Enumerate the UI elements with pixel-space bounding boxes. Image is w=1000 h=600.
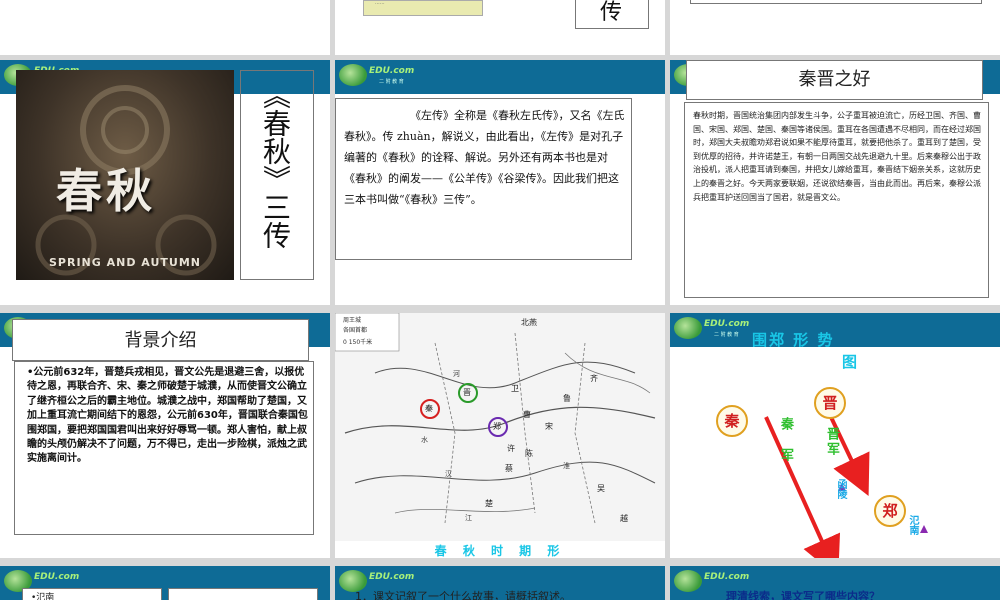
slide-qinjin[interactable]: 秦晋之好 春秋时期，晋国统治集团内部发生斗争，公子重耳被迫流亡，历经卫国、齐国、…	[670, 60, 1000, 305]
state-wei: 卫	[511, 384, 519, 393]
text-box: 《左传》全称是《春秋左氏传》，又名《左氏春秋》。传 zhuàn，解说义，由此看出…	[335, 98, 632, 260]
image-subtitle: SPRING AND AUTUMN	[49, 256, 201, 269]
side-box	[168, 588, 318, 600]
title-box: 背景介绍	[12, 319, 309, 361]
slide-siege[interactable]: EDU.com 二 附 教 育 围郑 形 势 图 秦 晋 郑 秦军 晋军 函陵 氾…	[670, 313, 1000, 558]
state-song: 宋	[545, 422, 553, 431]
slide-10[interactable]: EDU.com •氾南	[0, 566, 330, 600]
slide-title: 背景介绍	[124, 330, 197, 351]
jin-node: 晋	[814, 387, 846, 419]
hanling-label: 函陵	[835, 479, 846, 499]
map-caption: 春 秋 时 期 形	[434, 544, 566, 558]
state-cai: 蔡	[505, 464, 513, 473]
background-text: •公元前632年，晋楚兵戎相见，晋文公先是退避三舍，以报优待之恩，再联合齐、宋、…	[27, 367, 308, 465]
slide-background[interactable]: 背景介绍 •公元前632年，晋楚兵戎相见，晋文公先是退避三舍，以报优待之恩，再联…	[0, 313, 330, 558]
slide-map[interactable]: 周王城 各国首都 0 150千米 北燕 秦 晋 郑 齐 鲁 宋 卫 曹 陈 蔡 …	[335, 313, 665, 558]
qin-node: 秦	[716, 405, 748, 437]
logo-icon	[674, 570, 702, 592]
slide-title: 秦晋之好	[798, 69, 871, 90]
river-huai: 淮	[563, 462, 570, 470]
chunqiu-image: 春秋 SPRING AND AUTUMN	[16, 70, 234, 280]
logo: EDU.com 二 附 教 育	[339, 62, 429, 90]
slide-1[interactable]	[0, 0, 330, 55]
slide-12[interactable]: EDU.com 理清线索，课文写了哪些内容？	[670, 566, 1000, 600]
state-xu: 许	[507, 444, 515, 453]
logo-text: EDU.com	[369, 572, 415, 582]
qin-node-label: 秦	[724, 412, 740, 430]
item-box: •氾南	[22, 588, 162, 600]
text-box: •公元前632年，晋楚兵戎相见，晋文公先是退避三舍，以报优待之恩，再联合齐、宋、…	[14, 361, 314, 535]
book-cover-text: ······	[375, 1, 385, 7]
vertical-title: 《春秋》三传	[259, 81, 292, 249]
logo-icon	[339, 64, 367, 86]
text-box-bottom	[690, 0, 982, 4]
slide-11[interactable]: EDU.com 1．课文记叙了一个什么故事，请概括叙述。	[335, 566, 665, 600]
text-box: 春秋时期，晋国统治集团内部发生斗争，公子重耳被迫流亡，历经卫国、齐国、曹国、宋国…	[684, 102, 989, 298]
item-text: •氾南	[31, 593, 55, 600]
zheng-node-label: 郑	[882, 502, 898, 520]
zheng-node: 郑	[874, 495, 906, 527]
river-han: 汉	[445, 470, 452, 478]
logo-text: EDU.com	[34, 572, 80, 582]
state-beiyan: 北燕	[521, 318, 537, 327]
state-zheng: 郑	[493, 422, 501, 431]
state-qin: 秦	[425, 404, 433, 413]
logo-sub: 二 附 教 育	[379, 79, 404, 85]
question-text: 1．课文记叙了一个什么故事，请概括叙述。	[355, 590, 571, 600]
vertical-title-box: 《春秋》三传	[240, 70, 314, 280]
qinjin-text: 春秋时期，晋国统治集团内部发生斗争，公子重耳被迫流亡，历经卫国、齐国、曹国、宋国…	[693, 111, 981, 202]
title-char: 传	[600, 0, 623, 25]
title-box: 传	[575, 0, 649, 29]
logo-text: EDU.com	[704, 572, 750, 582]
logo-text: EDU.com	[369, 66, 415, 76]
state-yue: 越	[620, 514, 628, 523]
slide-2[interactable]: ······ 传	[335, 0, 665, 55]
fannan-label: 氾南	[907, 515, 918, 535]
fannan-marker	[920, 525, 928, 533]
jin-node-label: 晋	[822, 394, 838, 412]
slide-chunqiu-cover[interactable]: EDU.com 春秋 SPRING AND AUTUMN 《春秋》三传	[0, 60, 330, 305]
river-shui: 水	[421, 436, 428, 444]
zuozhuan-text: 《左传》全称是《春秋左氏传》，又名《左氏春秋》。传 zhuàn，解说义，由此看出…	[344, 109, 625, 206]
question-text: 理清线索，课文写了哪些内容？	[726, 590, 880, 600]
state-wu: 吴	[597, 484, 605, 493]
state-jin: 晋	[463, 388, 471, 397]
jin-army-label: 晋军	[824, 427, 839, 457]
map-scale: 0 150千米	[343, 339, 373, 346]
slide-3[interactable]	[670, 0, 1000, 55]
qin-army-label: 秦军	[778, 417, 793, 479]
map-legend-2: 各国首都	[343, 327, 368, 334]
river-jiang: 江	[465, 514, 472, 522]
state-chen: 陈	[525, 449, 533, 458]
river-he: 河	[453, 370, 460, 378]
image-title: 春秋	[56, 164, 156, 218]
state-chu: 楚	[485, 499, 493, 508]
title-box: 秦晋之好	[686, 60, 983, 100]
map-legend-1: 周王城	[343, 317, 362, 324]
state-lu: 鲁	[563, 394, 571, 403]
state-cao: 曹	[523, 410, 531, 419]
slide-zuozhuan[interactable]: EDU.com 二 附 教 育 《左传》全称是《春秋左氏传》，又名《左氏春秋》。传…	[335, 60, 665, 305]
state-qi: 齐	[590, 374, 598, 383]
